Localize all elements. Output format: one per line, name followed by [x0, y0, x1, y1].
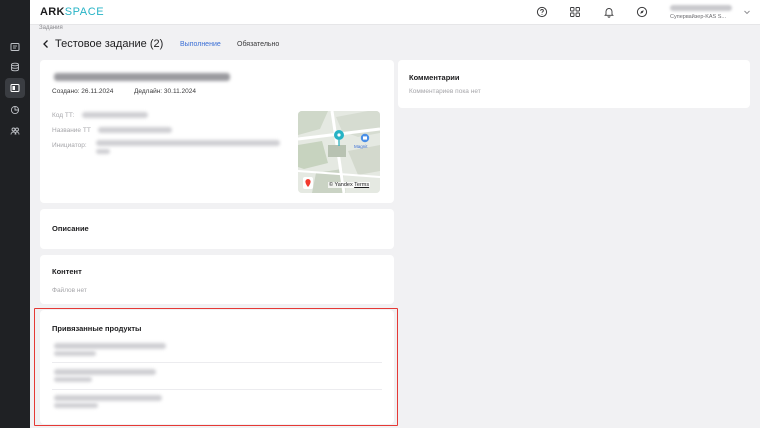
bell-icon[interactable] — [601, 4, 617, 20]
store-name-label: Название ТТ — [52, 127, 91, 134]
description-title: Описание — [52, 224, 89, 233]
yandex-maps-logo-icon — [303, 177, 313, 189]
sidebar-item-tasks-icon[interactable] — [5, 37, 25, 57]
tab-mandatory[interactable]: Обязательно — [237, 41, 279, 48]
deadline-date: Дедлайн: 30.11.2024 — [134, 88, 196, 95]
map-poi-label: Magnit — [354, 144, 368, 149]
content-card: Контент Файлов нет — [40, 255, 394, 304]
logo-accent-text: SPACE — [64, 6, 105, 18]
comments-card: Комментарии Комментариев пока нет — [398, 60, 750, 108]
user-name-redacted — [670, 5, 732, 11]
created-date: Создано: 26.11.2024 — [52, 88, 114, 95]
user-role: Супервайзер-KAS S... — [670, 14, 727, 20]
shop-poi-icon — [360, 133, 370, 143]
breadcrumb[interactable]: Задания — [39, 25, 63, 31]
logo-main-text: ARK — [40, 6, 65, 18]
back-arrow-icon[interactable] — [41, 39, 51, 49]
initiator-label: Инициатор: — [52, 142, 87, 149]
initiator-redacted-line2 — [96, 149, 110, 154]
comments-title: Комментарии — [409, 73, 460, 82]
map-pin-icon — [334, 130, 344, 146]
top-header: ARKSPACE Супервайзер-KAS S... — [30, 0, 760, 25]
highlight-box — [34, 308, 398, 426]
sidebar-item-analytics-icon[interactable] — [5, 100, 25, 120]
description-card[interactable]: Описание — [40, 209, 394, 249]
store-name-redacted — [98, 127, 172, 133]
content-title: Контент — [52, 267, 82, 276]
map-terms-link[interactable]: Terms — [354, 182, 369, 188]
apps-grid-icon[interactable] — [567, 4, 583, 20]
store-code-redacted — [82, 112, 148, 118]
chevron-down-icon — [744, 10, 750, 15]
sidebar-item-users-icon[interactable] — [5, 121, 25, 141]
initiator-redacted — [96, 140, 280, 146]
help-icon[interactable] — [534, 4, 550, 20]
no-files-text: Файлов нет — [52, 287, 87, 294]
app-logo[interactable]: ARKSPACE — [40, 6, 104, 18]
sidebar — [0, 0, 30, 428]
no-comments-text: Комментариев пока нет — [409, 88, 481, 95]
compass-icon[interactable] — [634, 4, 650, 20]
user-menu[interactable]: Супервайзер-KAS S... — [670, 3, 752, 23]
store-code-label: Код ТТ: — [52, 112, 75, 119]
map-credit: © Yandex Terms — [328, 182, 371, 188]
task-name-redacted — [54, 73, 230, 81]
tab-execution[interactable]: Выполнение — [180, 41, 221, 48]
sidebar-item-assignments-icon[interactable] — [5, 78, 25, 98]
map-copyright: © Yandex — [329, 182, 353, 188]
page-title: Тестовое задание (2) — [55, 38, 164, 50]
sidebar-item-database-icon[interactable] — [5, 57, 25, 77]
location-map[interactable]: Magnit © Yandex Terms — [298, 111, 380, 193]
